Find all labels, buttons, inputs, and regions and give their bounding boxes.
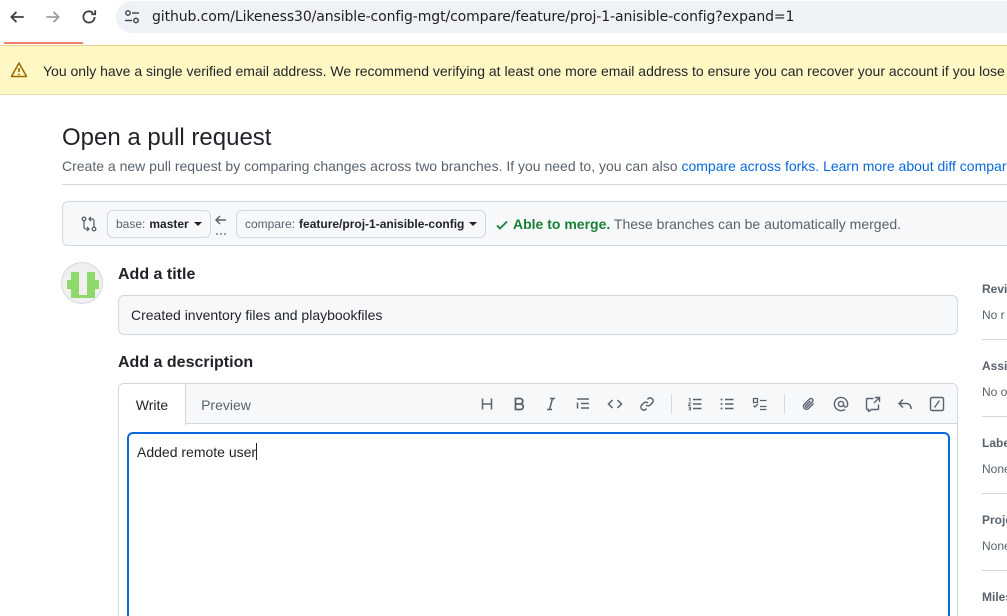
sidebar-projects[interactable]: Proje None xyxy=(982,513,1007,553)
code-icon xyxy=(607,399,623,409)
editor-toolbar: Write Preview xyxy=(119,384,957,425)
sidebar-milestone[interactable]: Miles xyxy=(982,590,1007,604)
address-bar[interactable]: github.com/Likeness30/ansible-config-mgt… xyxy=(116,1,1007,33)
assignees-label: Assig xyxy=(982,359,1007,373)
alert-icon xyxy=(10,62,28,78)
task-list-button[interactable] xyxy=(750,394,770,414)
browser-toolbar: github.com/Likeness30/ansible-config-mgt… xyxy=(0,0,1007,34)
compare-branch-name: feature/proj-1-anisible-config xyxy=(299,217,465,231)
reload-icon xyxy=(82,10,97,24)
merge-ok-text: Able to merge. xyxy=(513,216,611,232)
toolbar-divider xyxy=(784,395,785,413)
italic-button[interactable] xyxy=(541,394,561,414)
slash-commands-button[interactable] xyxy=(927,394,947,414)
quote-button[interactable] xyxy=(573,394,593,414)
range-editor: base: master compare: feature/proj-1-ani… xyxy=(62,201,1007,246)
quote-icon xyxy=(576,398,589,409)
ordered-list-icon xyxy=(687,398,702,411)
cross-reference-icon xyxy=(865,396,881,412)
back-button[interactable] xyxy=(5,5,29,29)
merge-status: Able to merge. These branches can be aut… xyxy=(513,216,901,232)
subtitle-text: Create a new pull request by comparing c… xyxy=(62,158,682,174)
heading-icon xyxy=(481,398,493,410)
title-label: Add a title xyxy=(118,266,196,283)
pr-title-input[interactable]: Created inventory files and playbookfile… xyxy=(118,295,958,335)
milestone-label: Miles xyxy=(982,590,1007,604)
compare-prefix: compare: xyxy=(245,217,296,231)
flash-warning-banner: You only have a single verified email ad… xyxy=(0,45,1007,95)
tab-write[interactable]: Write xyxy=(119,384,186,425)
base-branch-name: master xyxy=(149,217,189,231)
paperclip-icon xyxy=(802,397,814,410)
flash-message: You only have a single verified email ad… xyxy=(43,63,1007,79)
labels-value: None xyxy=(982,462,1007,476)
arrow-left-icon xyxy=(10,11,24,23)
arrow-left-icon xyxy=(215,215,226,235)
labels-label: Labe xyxy=(982,436,1007,450)
sidebar-divider xyxy=(982,493,1007,494)
base-prefix: base: xyxy=(116,217,146,231)
sidebar-labels[interactable]: Labe None xyxy=(982,436,1007,476)
compare-branch-selector[interactable]: compare: feature/proj-1-anisible-config xyxy=(236,210,487,238)
slash-command-icon xyxy=(929,396,945,412)
bold-button[interactable] xyxy=(509,394,529,414)
page-title: Open a pull request xyxy=(62,124,272,151)
caret-down-icon xyxy=(469,222,478,226)
merge-detail-text: These branches can be automatically merg… xyxy=(610,216,902,232)
text-cursor xyxy=(256,443,258,460)
projects-label: Proje xyxy=(982,513,1007,527)
projects-value: None xyxy=(982,539,1007,553)
sidebar-divider xyxy=(982,416,1007,417)
learn-more-link[interactable]: Learn more about diff comparis xyxy=(823,158,1007,174)
mention-button[interactable] xyxy=(831,394,851,414)
italic-icon xyxy=(547,397,555,411)
compare-forks-link[interactable]: compare across forks. xyxy=(681,158,819,174)
cross-reference-button[interactable] xyxy=(863,394,883,414)
unordered-list-icon xyxy=(720,398,734,410)
ordered-list-button[interactable] xyxy=(685,394,705,414)
bold-icon xyxy=(514,397,525,411)
reviewers-value: No r xyxy=(982,308,1005,322)
reply-icon xyxy=(897,398,912,409)
loading-indicator xyxy=(4,42,83,44)
sidebar-divider xyxy=(982,570,1007,571)
saved-reply-button[interactable] xyxy=(895,394,915,414)
reload-button[interactable] xyxy=(77,5,101,29)
attach-button[interactable] xyxy=(799,394,819,414)
avatar[interactable] xyxy=(61,262,103,304)
forward-button[interactable] xyxy=(41,5,65,29)
task-list-icon xyxy=(752,397,767,411)
assignees-value: No o xyxy=(982,385,1007,399)
check-icon xyxy=(496,220,508,230)
url-text[interactable]: github.com/Likeness30/ansible-config-mgt… xyxy=(152,9,794,25)
arrow-right-icon xyxy=(46,11,60,23)
code-button[interactable] xyxy=(605,394,625,414)
sidebar-divider xyxy=(982,339,1007,340)
markdown-editor: Write Preview Added remote user xyxy=(118,383,958,616)
sidebar-reviewers[interactable]: Revie No r xyxy=(982,282,1007,322)
description-textarea[interactable]: Added remote user xyxy=(127,432,950,616)
identicon-icon xyxy=(62,263,102,303)
divider xyxy=(62,184,1007,185)
reviewers-label: Revie xyxy=(982,282,1007,296)
tab-preview[interactable]: Preview xyxy=(186,384,266,425)
link-icon xyxy=(640,397,654,411)
page-subtitle: Create a new pull request by comparing c… xyxy=(62,158,1007,174)
sidebar-assignees[interactable]: Assig No o xyxy=(982,359,1007,399)
caret-down-icon xyxy=(193,222,202,226)
description-text: Added remote user xyxy=(137,444,257,460)
heading-button[interactable] xyxy=(477,394,497,414)
link-button[interactable] xyxy=(637,394,657,414)
mention-icon xyxy=(833,396,849,412)
toolbar-divider xyxy=(671,395,672,413)
git-compare-icon xyxy=(81,216,97,232)
description-label: Add a description xyxy=(118,354,254,371)
unordered-list-button[interactable] xyxy=(717,394,737,414)
base-branch-selector[interactable]: base: master xyxy=(107,210,211,238)
site-settings-icon[interactable] xyxy=(123,8,141,26)
